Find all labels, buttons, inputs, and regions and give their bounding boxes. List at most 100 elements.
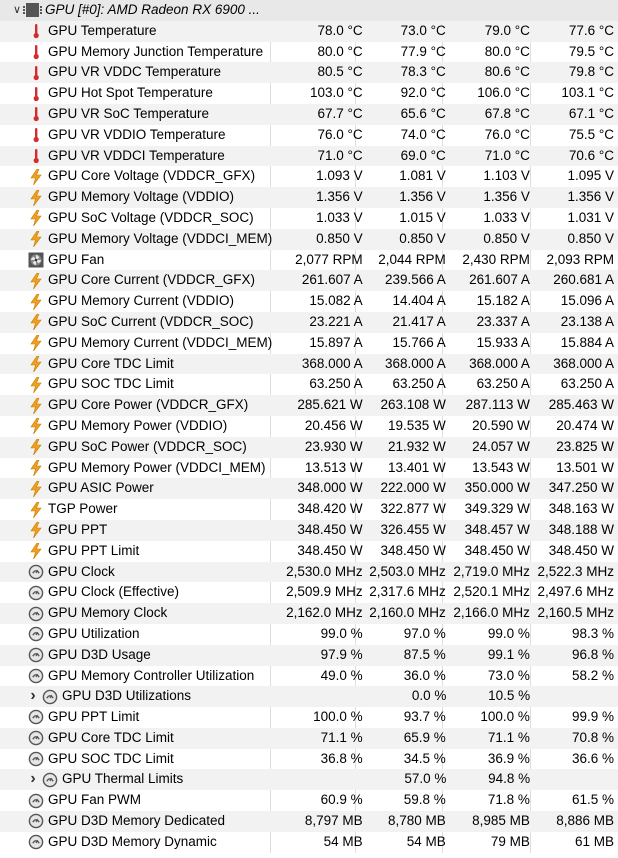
sensor-row[interactable]: GPU ASIC Power 348.000 W 222.000 W 350.000 … xyxy=(0,478,618,500)
sensor-row[interactable]: GPU Memory Current (VDDIO) 15.082 A 14.404… xyxy=(0,291,618,312)
sensor-row[interactable]: GPU Memory Voltage (VDDCI_MEM) 0.850 V 0.8… xyxy=(0,228,618,250)
sensor-label: GPU Core Voltage (VDDCR_GFX) xyxy=(48,168,256,184)
gpu-group-header[interactable]: ∨ GPU [#0]: AMD Radeon RX 6900 ... xyxy=(0,0,618,21)
average-value: 1.356 V xyxy=(567,189,614,205)
sensor-row[interactable]: GPU D3D Memory Dedicated 8,797 MB 8,780 MB… xyxy=(0,811,618,832)
sensor-row[interactable]: TGP Power 348.420 W 322.877 W 349.329 W 348.… xyxy=(0,499,618,520)
sensor-row[interactable]: GPU Memory Junction Temperature 80.0 °C 77… xyxy=(0,42,618,63)
min-value: 263.108 W xyxy=(380,397,446,413)
sensor-row[interactable]: GPU Fan 2,077 RPM 2,044 RPM 2,430 RPM 2,093 … xyxy=(0,250,618,271)
average-value: 70.8 % xyxy=(571,729,614,745)
sensor-row[interactable]: GPU Memory Current (VDDCI_MEM) 15.897 A 15… xyxy=(0,333,618,354)
sensor-label: GPU Hot Spot Temperature xyxy=(48,85,213,101)
thermometer-icon xyxy=(28,44,44,60)
lightning-icon xyxy=(28,210,44,227)
sensor-row[interactable]: GPU Core TDC Limit 71.1 % 65.9 % 71.1 % 70.8… xyxy=(0,727,618,749)
expand-chevron-icon[interactable]: › xyxy=(26,686,40,707)
sensor-name-cell: GPU Clock (Effective) xyxy=(0,582,285,603)
expand-chevron-icon[interactable]: › xyxy=(26,769,40,790)
max-value: 1.356 V xyxy=(483,189,530,205)
sensor-group-row[interactable]: › GPU D3D Utilizations 0.0 % 10.5 % xyxy=(0,686,618,708)
sensor-row[interactable]: GPU VR VDDIO Temperature 76.0 °C 74.0 °C 76… xyxy=(0,125,618,146)
clock-icon xyxy=(28,585,44,601)
average-value: 61.5 % xyxy=(571,792,614,808)
clock-icon xyxy=(28,751,44,767)
average-value: 103.1 °C xyxy=(561,85,614,101)
lightning-icon xyxy=(28,542,44,560)
current-value: 63.250 A xyxy=(309,376,363,392)
max-value: 76.0 °C xyxy=(484,126,530,142)
sensor-name-cell: GPU Memory Current (VDDIO) xyxy=(0,291,285,312)
min-value: 63.250 A xyxy=(392,376,446,392)
average-value: 23.138 A xyxy=(560,313,614,329)
sensor-label: GPU SoC Voltage (VDDCR_SOC) xyxy=(48,209,254,225)
max-value: 348.457 W xyxy=(464,521,530,537)
sensor-name-cell: › GPU D3D Utilizations xyxy=(0,686,287,707)
average-value: 2,522.3 MHz xyxy=(537,563,614,579)
min-value: 13.401 W xyxy=(388,459,446,475)
sensor-row[interactable]: GPU PPT Limit 100.0 % 93.7 % 100.0 % 99.9 % xyxy=(0,707,618,728)
clock-icon xyxy=(42,689,58,705)
thermometer-icon xyxy=(28,86,44,102)
sensor-row[interactable]: GPU SoC Power (VDDCR_SOC) 23.930 W 21.932 … xyxy=(0,436,618,458)
sensor-row[interactable]: GPU Temperature 78.0 °C 73.0 °C 79.0 °C 77.6… xyxy=(0,20,618,42)
sensor-label: GPU Core Current (VDDCR_GFX) xyxy=(48,272,256,288)
sensor-label: GPU Clock (Effective) xyxy=(48,584,180,600)
current-value: 2,162.0 MHz xyxy=(286,605,363,621)
sensor-name-cell: › GPU Thermal Limits xyxy=(0,769,287,790)
gpu-header-cell: ∨ GPU [#0]: AMD Radeon RX 6900 ... xyxy=(0,0,276,21)
sensor-row[interactable]: GPU SoC Voltage (VDDCR_SOC) 1.033 V 1.015 … xyxy=(0,208,618,229)
sensor-row[interactable]: GPU Core Current (VDDCR_GFX) 261.607 A 239… xyxy=(0,270,618,292)
sensor-row[interactable]: GPU SOC TDC Limit 36.8 % 34.5 % 36.9 % 36.6 … xyxy=(0,749,618,770)
sensor-row[interactable]: GPU Core Power (VDDCR_GFX) 285.621 W 263.1… xyxy=(0,395,618,416)
sensor-row[interactable]: GPU SoC Current (VDDCR_SOC) 23.221 A 21.41… xyxy=(0,311,618,333)
sensor-row[interactable]: GPU Memory Power (VDDIO) 20.456 W 19.535 W… xyxy=(0,416,618,437)
current-value: 285.621 W xyxy=(297,397,363,413)
sensor-row[interactable]: GPU Memory Clock 2,162.0 MHz 2,160.0 MHz 2,… xyxy=(0,603,618,624)
sensor-row[interactable]: GPU VR VDDCI Temperature 71.0 °C 69.0 °C 71… xyxy=(0,145,618,167)
sensor-row[interactable]: GPU VR VDDC Temperature 80.5 °C 78.3 °C 80.… xyxy=(0,62,618,84)
sensor-row[interactable]: GPU Core Voltage (VDDCR_GFX) 1.093 V 1.081… xyxy=(0,166,618,187)
min-value: 21.932 W xyxy=(388,438,446,454)
sensor-name-cell: GPU Memory Junction Temperature xyxy=(0,42,285,63)
sensor-row[interactable]: GPU Core TDC Limit 368.000 A 368.000 A 368.… xyxy=(0,353,618,375)
sensor-row[interactable]: GPU Utilization 99.0 % 97.0 % 99.0 % 98.3 % xyxy=(0,624,618,645)
sensor-group-row[interactable]: › GPU Thermal Limits 57.0 % 94.8 % xyxy=(0,769,618,791)
sensor-row[interactable]: GPU D3D Memory Dynamic 54 MB 54 MB 79 MB 61 … xyxy=(0,832,618,853)
sensor-label: GPU D3D Memory Dedicated xyxy=(48,813,226,829)
average-value: 15.096 A xyxy=(560,293,614,309)
sensor-label: GPU Utilization xyxy=(48,625,140,641)
sensor-row[interactable]: GPU PPT 348.450 W 326.455 W 348.457 W 348.18… xyxy=(0,519,618,541)
sensor-rows: GPU Temperature 78.0 °C 73.0 °C 79.0 °C 77.6… xyxy=(0,20,618,853)
sensor-row[interactable]: GPU SOC TDC Limit 63.250 A 63.250 A 63.250 … xyxy=(0,374,618,395)
sensor-label: GPU D3D Memory Dynamic xyxy=(48,833,217,849)
lightning-icon xyxy=(28,418,44,435)
max-value: 79.0 °C xyxy=(484,22,530,38)
sensor-row[interactable]: GPU Memory Power (VDDCI_MEM) 13.513 W 13.4… xyxy=(0,458,618,479)
min-value: 59.8 % xyxy=(403,792,446,808)
min-value: 326.455 W xyxy=(380,521,446,537)
collapse-chevron-icon[interactable]: ∨ xyxy=(10,0,24,21)
min-value: 93.7 % xyxy=(403,709,446,725)
sensor-row[interactable]: GPU VR SoC Temperature 67.7 °C 65.6 °C 67.8… xyxy=(0,103,618,125)
sensor-row[interactable]: GPU Fan PWM 60.9 % 59.8 % 71.8 % 61.5 % xyxy=(0,790,618,811)
sensor-label: GPU Core TDC Limit xyxy=(48,355,174,371)
sensor-row[interactable]: GPU PPT Limit 348.450 W 348.450 W 348.450 W… xyxy=(0,541,618,562)
gpu-header-title: GPU [#0]: AMD Radeon RX 6900 ... xyxy=(45,2,260,17)
max-value: 2,166.0 MHz xyxy=(453,605,530,621)
sensor-row[interactable]: GPU Hot Spot Temperature 103.0 °C 92.0 °C 1… xyxy=(0,83,618,104)
sensor-name-cell: GPU VR VDDCI Temperature xyxy=(0,146,285,167)
sensor-row[interactable]: GPU Clock 2,530.0 MHz 2,503.0 MHz 2,719.0 M… xyxy=(0,561,618,583)
sensor-row[interactable]: GPU Memory Voltage (VDDIO) 1.356 V 1.356 V… xyxy=(0,187,618,208)
sensor-name-cell: GPU Memory Controller Utilization xyxy=(0,666,285,687)
sensor-row[interactable]: GPU D3D Usage 97.9 % 87.5 % 99.1 % 96.8 % xyxy=(0,644,618,666)
max-value: 1.033 V xyxy=(483,209,530,225)
sensor-row[interactable]: GPU Memory Controller Utilization 49.0 % 3… xyxy=(0,666,618,687)
min-value: 239.566 A xyxy=(385,272,446,288)
max-value: 71.0 °C xyxy=(484,147,530,163)
current-value: 15.897 A xyxy=(309,334,363,350)
current-value: 1.033 V xyxy=(316,209,363,225)
sensor-name-cell: GPU PPT xyxy=(0,520,285,541)
average-value: 348.450 W xyxy=(548,542,614,558)
sensor-row[interactable]: GPU Clock (Effective) 2,509.9 MHz 2,317.6 … xyxy=(0,582,618,603)
